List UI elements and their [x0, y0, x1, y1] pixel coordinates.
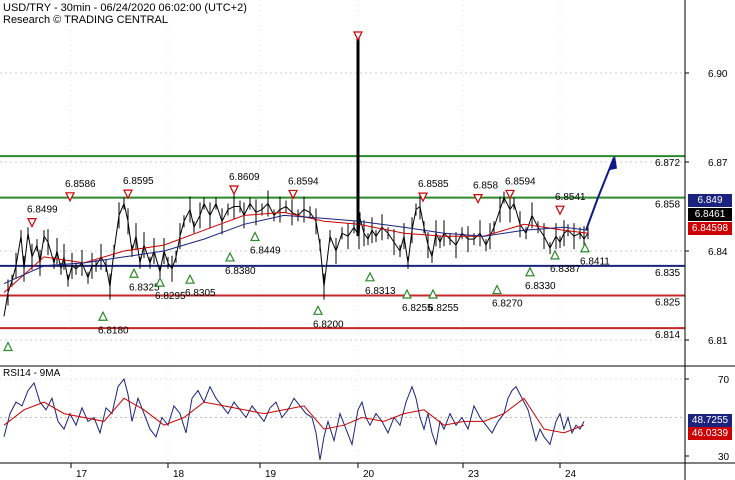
- chart-subtitle: Research © TRADING CENTRAL: [3, 14, 168, 26]
- price-tick-label: 6.90: [708, 69, 728, 80]
- up-marker-icon: [580, 242, 590, 253]
- up-marker-icon: [98, 310, 108, 321]
- price-label-red: 6.84598: [688, 222, 732, 235]
- up-marker-icon: [225, 251, 235, 262]
- high-label: 6.8594: [505, 176, 536, 187]
- rsi-line: [3, 377, 585, 460]
- level-label-pivot: 6.835: [655, 268, 680, 279]
- chart-canvas: 6.8726.8586.8356.8256.814 6.84996.8586 6.…: [0, 0, 735, 480]
- date-tick-label: 19: [265, 469, 277, 480]
- high-label: 6.8595: [123, 176, 154, 187]
- high-label: 6.858: [473, 181, 498, 192]
- high-label: 6.8585: [418, 179, 449, 190]
- up-marker-icon: [492, 284, 502, 295]
- low-label: 6.8411: [580, 257, 610, 268]
- up-marker-icon: [3, 341, 13, 352]
- up-marker-icon: [550, 249, 560, 260]
- rsi-ma-line: [3, 397, 585, 434]
- level-label-support: 6.825: [655, 298, 680, 309]
- low-label: 6.8180: [98, 325, 129, 336]
- date-tick-label: 17: [76, 469, 88, 480]
- up-marker-icon: [402, 288, 412, 299]
- reversal-markers: 6.8499 6.8586 6.8595 6.8609 6.8594 6.8585 6.85…: [3, 31, 610, 352]
- up-marker-icon: [525, 266, 535, 277]
- date-tick-label: 20: [363, 469, 375, 480]
- low-label: 6.8270: [492, 299, 523, 310]
- low-label: 6.8305: [185, 288, 216, 299]
- rsi-label-red: 46.0339: [688, 427, 732, 440]
- price-tick-label: 6.81: [708, 336, 728, 347]
- high-label: 6.8594: [288, 176, 319, 187]
- up-marker-icon: [129, 267, 139, 278]
- up-marker-icon: [250, 231, 260, 242]
- level-label-resistance: 6.858: [655, 200, 680, 211]
- price-label-last: 6.8461: [688, 208, 732, 221]
- high-label: 6.8586: [65, 179, 96, 190]
- down-marker-icon: [555, 205, 565, 216]
- rsi-label-blue: 48.7255: [688, 414, 732, 427]
- down-marker-icon: [353, 31, 363, 42]
- low-label: 6.8255: [428, 303, 459, 314]
- high-label: 6.8609: [229, 172, 260, 183]
- up-marker-icon: [365, 271, 375, 282]
- high-label: 6.8499: [27, 205, 58, 216]
- low-label: 6.8313: [365, 286, 396, 297]
- level-label-resistance: 6.872: [655, 158, 680, 169]
- projection-arrowhead: [608, 155, 617, 171]
- up-marker-icon: [428, 288, 438, 299]
- rsi-panel: [3, 377, 585, 460]
- low-label: 6.8295: [155, 291, 186, 302]
- low-label: 6.8387: [550, 264, 581, 275]
- down-marker-icon: [229, 185, 239, 196]
- rsi-tick-label: 30: [718, 452, 730, 463]
- up-marker-icon: [185, 273, 195, 284]
- price-tick-label: 6.84: [708, 247, 728, 258]
- high-label: 6.8541: [555, 192, 586, 203]
- low-label: 6.8200: [313, 319, 344, 330]
- price-tick-label: 6.87: [708, 158, 728, 169]
- ma-line: [3, 211, 589, 293]
- date-tick-label: 24: [565, 469, 577, 480]
- chart-title: USD/TRY - 30min - 06/24/2020 06:02:00 (U…: [3, 2, 247, 14]
- date-tick-label: 18: [173, 469, 185, 480]
- rsi-title: RSI14 - 9MA: [3, 368, 61, 379]
- low-label: 6.8449: [250, 245, 281, 256]
- level-label-support: 6.814: [655, 330, 680, 341]
- up-marker-icon: [313, 304, 323, 315]
- price-label-blue: 6.849: [688, 194, 732, 207]
- low-label: 6.8380: [225, 266, 256, 277]
- down-marker-icon: [27, 218, 37, 228]
- date-tick-label: 23: [468, 469, 480, 480]
- low-label: 6.8330: [525, 281, 556, 292]
- rsi-tick-label: 70: [718, 375, 730, 386]
